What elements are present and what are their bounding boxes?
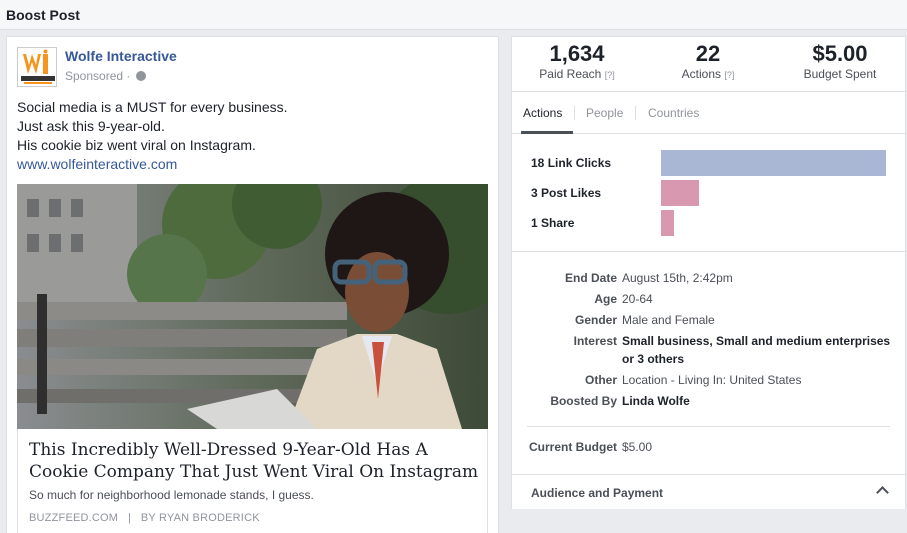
wolfe-interactive-logo[interactable] [17, 47, 57, 87]
action-row-label: 1 Share [531, 216, 574, 230]
action-name: Share [541, 216, 575, 230]
tab-actions[interactable]: Actions [523, 106, 562, 120]
stat-actions: 22 Actions [?] [648, 41, 768, 82]
action-bar-shares [661, 210, 674, 236]
top-bar: Boost Post [0, 0, 907, 30]
detail-value: Small business, Small and medium enterpr… [622, 334, 891, 366]
post-text-line: Social media is a MUST for every busines… [17, 99, 288, 115]
sponsored-label: Sponsored · [65, 69, 146, 83]
action-name: Post Likes [541, 186, 602, 200]
tab-divider [574, 106, 575, 120]
stat-value: $5.00 [812, 41, 868, 66]
link-headline[interactable]: This Incredibly Well-Dressed 9-Year-Old … [29, 439, 479, 483]
tab-countries[interactable]: Countries [648, 106, 699, 120]
detail-label: Interest [573, 334, 617, 348]
detail-label: Gender [574, 313, 617, 327]
action-row-label: 18 Link Clicks [531, 156, 611, 170]
link-domain: BUZZFEED.COM [29, 512, 119, 524]
active-tab-indicator [521, 131, 573, 134]
chevron-up-icon[interactable] [876, 486, 889, 499]
post-preview: Wolfe Interactive Sponsored · Social med… [6, 36, 499, 533]
insights-panel: 1,634 Paid Reach [?] 22 Actions [?] $5.0… [511, 36, 906, 509]
detail-label: Boosted By [550, 394, 617, 408]
detail-value: August 15th, 2:42pm [622, 271, 733, 285]
detail-label: End Date [564, 271, 617, 285]
detail-value: 20-64 [622, 292, 653, 306]
help-icon[interactable]: [?] [605, 70, 615, 80]
detail-value: Male and Female [622, 313, 715, 327]
detail-label: Age [594, 292, 617, 306]
sponsored-text: Sponsored · [65, 69, 131, 83]
actions-breakdown: 18 Link Clicks 3 Post Likes 1 Share [512, 135, 905, 252]
stats-summary: 1,634 Paid Reach [?] 22 Actions [?] $5.0… [512, 37, 905, 92]
post-text-line: His cookie biz went viral on Instagram. [17, 137, 256, 153]
action-count: 3 [531, 186, 538, 200]
globe-icon [135, 71, 146, 81]
page-name-link[interactable]: Wolfe Interactive [65, 48, 177, 64]
accordion-label: Audience and Payment [531, 486, 664, 500]
section-divider [527, 426, 890, 427]
action-row-label: 3 Post Likes [531, 186, 601, 200]
website-link[interactable]: www.wolfeinteractive.com [17, 155, 288, 174]
link-source: BUZZFEED.COM | BY RYAN BRODERICK [29, 512, 260, 524]
link-preview[interactable]: This Incredibly Well-Dressed 9-Year-Old … [17, 429, 488, 533]
action-count: 18 [531, 156, 545, 170]
audience-payment-toggle[interactable]: Audience and Payment [512, 474, 905, 509]
tab-people[interactable]: People [586, 106, 623, 120]
stat-budget-spent: $5.00 Budget Spent [780, 41, 900, 81]
stat-value: 1,634 [549, 41, 605, 66]
help-icon[interactable]: [?] [724, 70, 734, 80]
post-text-line: Just ask this 9-year-old. [17, 118, 165, 134]
detail-value: Location - Living In: United States [622, 373, 802, 387]
stat-paid-reach: 1,634 Paid Reach [?] [517, 41, 637, 82]
detail-value: Linda Wolfe [622, 394, 690, 408]
stat-label: Budget Spent [803, 67, 877, 81]
tab-divider [635, 106, 636, 120]
stat-value: 22 [695, 41, 721, 66]
current-budget-label: Current Budget [529, 440, 617, 454]
link-author: BY RYAN BRODERICK [140, 512, 260, 524]
detail-label: Other [584, 373, 617, 387]
insights-tabs: Actions People Countries [512, 93, 905, 134]
stat-label: Paid Reach [539, 67, 602, 81]
post-message: Social media is a MUST for every busines… [17, 98, 288, 174]
current-budget-value: $5.00 [622, 440, 653, 454]
source-separator: | [121, 512, 138, 524]
link-description: So much for neighborhood lemonade stands… [29, 488, 314, 502]
action-name: Link Clicks [547, 156, 612, 170]
action-count: 1 [531, 216, 538, 230]
post-image[interactable] [17, 184, 488, 429]
stat-label: Actions [681, 67, 721, 81]
action-bar-post-likes [661, 180, 699, 206]
action-bar-link-clicks [661, 150, 886, 176]
page-title: Boost Post [6, 7, 80, 23]
